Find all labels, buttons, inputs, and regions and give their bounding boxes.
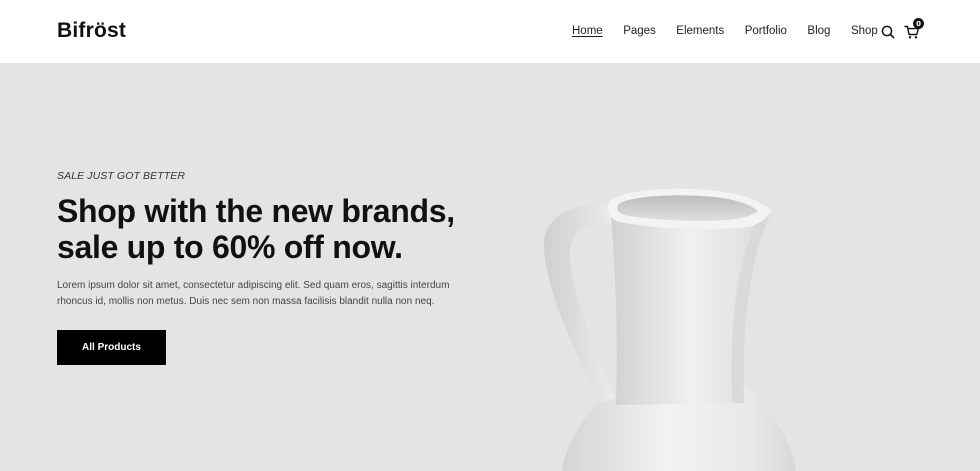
nav-item-blog[interactable]: Blog [807, 24, 830, 39]
hero-description-line-1: Lorem ipsum dolor sit amet, consectetur … [57, 280, 450, 291]
nav-item-shop[interactable]: Shop [851, 24, 878, 39]
main-nav: Home Pages Elements Portfolio Blog Shop [572, 24, 898, 39]
all-products-button[interactable]: All Products [57, 330, 166, 365]
cart-count-badge: 0 [913, 18, 924, 29]
hero-headline: Shop with the new brands, sale up to 60%… [57, 193, 477, 265]
nav-item-elements[interactable]: Elements [676, 24, 724, 39]
hero-headline-line-1: Shop with the new brands, [57, 193, 455, 229]
nav-item-portfolio[interactable]: Portfolio [745, 24, 787, 39]
nav-item-pages[interactable]: Pages [623, 24, 656, 39]
hero-eyebrow: SALE JUST GOT BETTER [57, 170, 186, 182]
hero-section: SALE JUST GOT BETTER Shop with the new b… [0, 63, 980, 471]
hero-description: Lorem ipsum dolor sit amet, consectetur … [57, 278, 457, 310]
search-icon [881, 25, 895, 39]
jug-image [544, 188, 796, 471]
search-button[interactable] [880, 24, 896, 40]
hero-headline-line-2: sale up to 60% off now. [57, 229, 403, 265]
hero-description-line-2: rhoncus id, mollis non metus. Duis nec s… [57, 296, 435, 307]
nav-item-home[interactable]: Home [572, 24, 603, 39]
site-header: Bifröst Home Pages Elements Portfolio Bl… [0, 0, 980, 63]
logo[interactable]: Bifröst [57, 19, 126, 43]
